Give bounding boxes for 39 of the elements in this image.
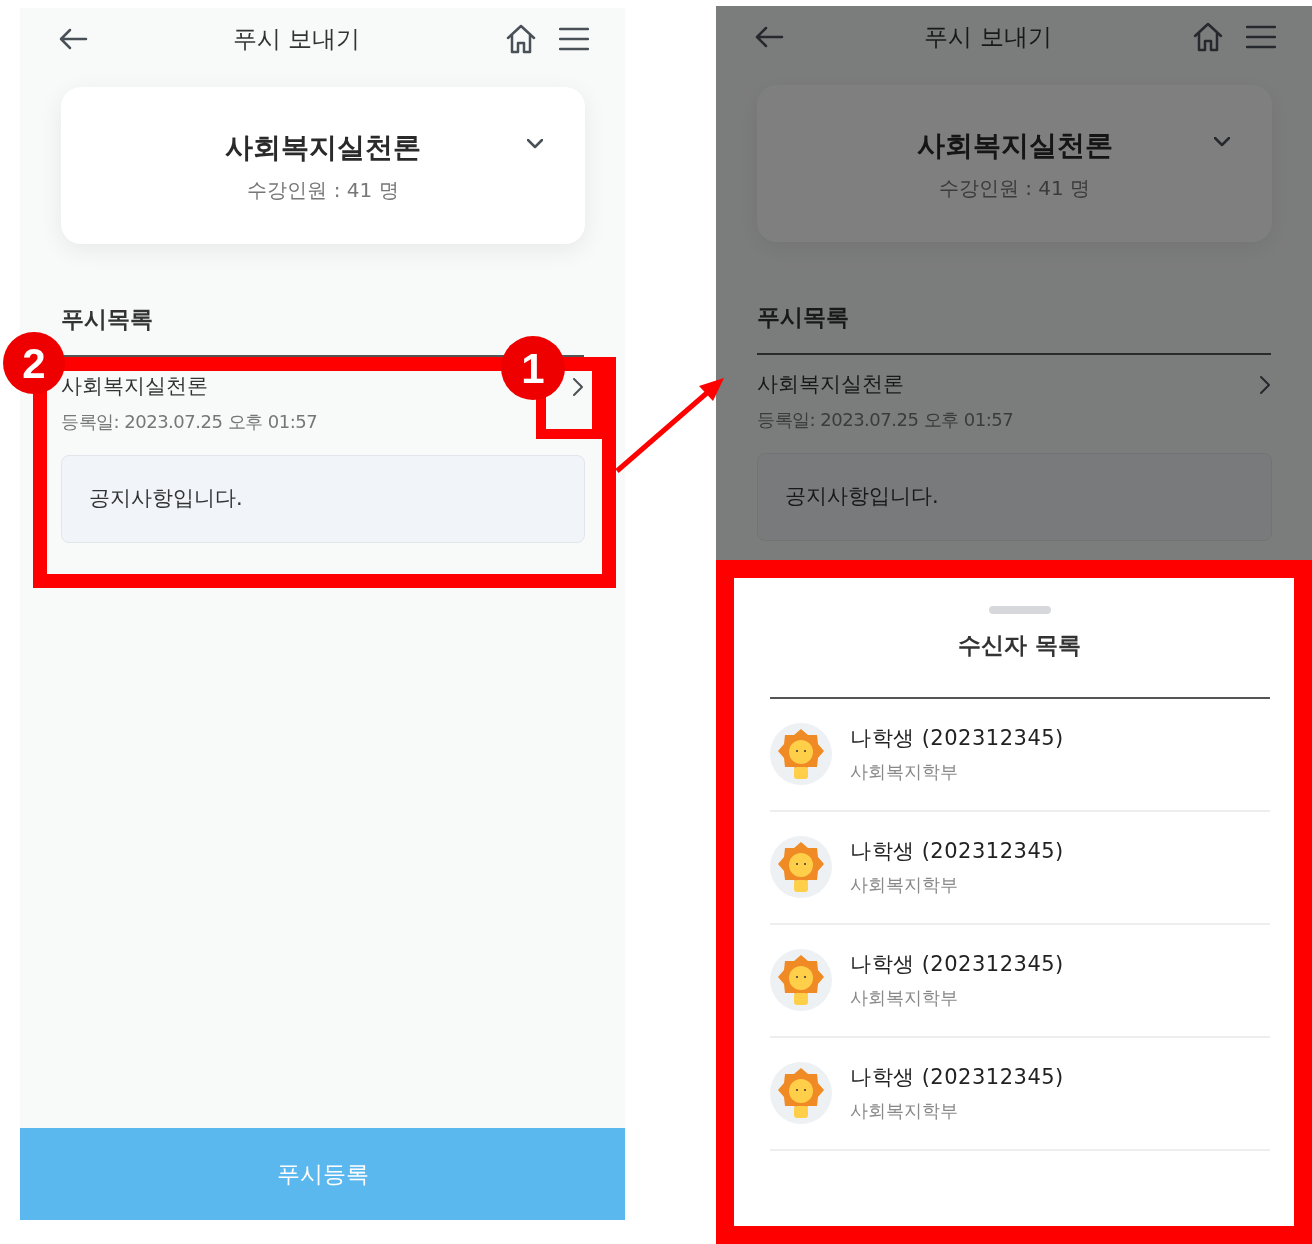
chevron-right-icon[interactable] [1259,374,1271,395]
back-arrow-icon[interactable] [754,25,784,49]
push-message: 공지사항입니다. [757,453,1272,541]
enrollment-count: 수강인원 : 41 명 [938,174,1091,202]
push-date: 등록일: 2023.07.25 오후 01:57 [61,410,319,434]
course-selector[interactable]: 사회복지실천론 수강인원 : 41 명 [757,85,1272,242]
chevron-right-icon[interactable] [572,376,584,397]
recipient-department: 사회복지학부 [850,760,959,785]
course-name: 사회복지실천론 [225,129,421,166]
lion-avatar-icon [770,836,832,898]
recipient-name: 나학생 (202312345) [850,837,1064,865]
recipient-department: 사회복지학부 [850,873,959,898]
enrollment-count: 수강인원 : 41 명 [247,176,399,204]
recipient-name: 나학생 (202312345) [850,724,1064,752]
course-name: 사회복지실천론 [916,127,1113,164]
drag-handle[interactable] [989,606,1051,614]
screen-title: 푸시 보내기 [923,22,1053,53]
home-icon[interactable] [505,23,537,55]
push-date: 등록일: 2023.07.25 오후 01:57 [757,408,1015,432]
course-selector[interactable]: 사회복지실천론 수강인원 : 41 명 [61,87,585,244]
back-arrow-icon[interactable] [58,27,88,51]
sheet-title: 수신자 목록 [957,631,1083,660]
recipient-name: 나학생 (202312345) [850,950,1064,978]
home-icon[interactable] [1192,21,1224,53]
lion-avatar-icon [770,1062,832,1124]
recipient-department: 사회복지학부 [850,986,959,1011]
screen-title: 푸시 보내기 [231,24,362,55]
lion-avatar-icon [770,723,832,785]
menu-icon[interactable] [559,26,589,52]
lion-avatar-icon [770,949,832,1011]
recipient-name: 나학생 (202312345) [850,1063,1064,1091]
section-title: 푸시목록 [757,303,850,332]
menu-icon[interactable] [1246,24,1276,50]
push-title: 사회복지실천론 [757,370,905,398]
recipient-department: 사회복지학부 [850,1099,959,1124]
chevron-down-icon[interactable] [1214,137,1230,147]
section-title: 푸시목록 [61,305,154,334]
push-message: 공지사항입니다. [61,455,585,543]
chevron-down-icon[interactable] [527,139,543,149]
